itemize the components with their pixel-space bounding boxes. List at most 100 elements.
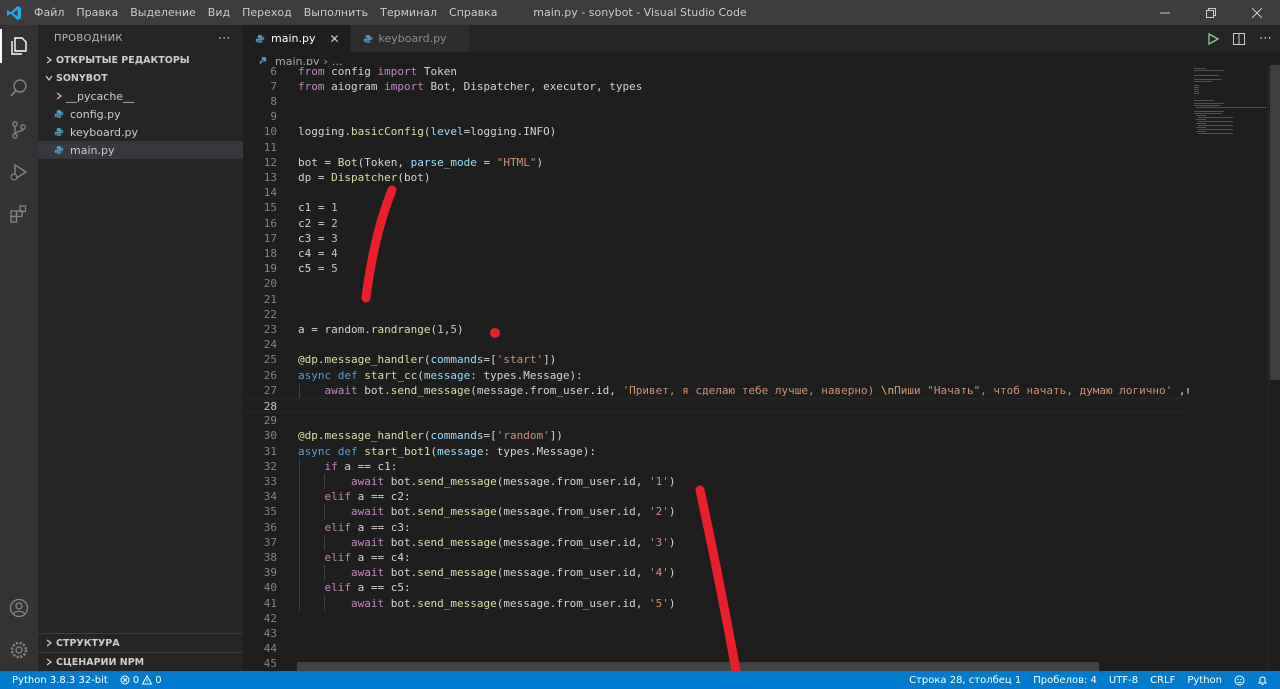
line-number: 6	[270, 65, 277, 78]
code-line[interactable]: 11	[243, 140, 1189, 155]
code-line[interactable]: 9	[243, 109, 1189, 124]
language-mode[interactable]: Python	[1181, 675, 1228, 686]
code-line[interactable]: 29	[243, 413, 1189, 428]
explorer-sidebar: ПРОВОДНИК ⋯ ОТКРЫТЫЕ РЕДАКТОРЫ SONYBOT _…	[38, 25, 243, 671]
menu-view[interactable]: Вид	[202, 0, 236, 25]
minimize-icon	[1160, 12, 1170, 13]
status-bar: Python 3.8.3 32-bit 0 0 Строка 28, столб…	[0, 671, 1280, 689]
code-line[interactable]: 17 c3 = 3	[243, 231, 1189, 246]
tab-main-py[interactable]: main.py ✕	[243, 25, 351, 52]
code-line[interactable]: 39 await bot.send_message(message.from_u…	[243, 565, 1189, 580]
error-count: 0	[132, 674, 140, 686]
vertical-scrollbar[interactable]	[1268, 65, 1280, 671]
project-folder[interactable]: SONYBOT	[38, 69, 243, 87]
open-editors-label: ОТКРЫТЫЕ РЕДАКТОРЫ	[56, 54, 190, 66]
code-line[interactable]: 25 @dp.message_handler(commands=['start']…	[243, 352, 1189, 367]
menu-go[interactable]: Переход	[236, 0, 298, 25]
line-number: 29	[263, 414, 277, 428]
code-editor[interactable]: 6 from config import Token 7 from aiogram i…	[243, 65, 1189, 671]
code-line[interactable]: 26 async def start_cc(message: types.Mess…	[243, 368, 1189, 383]
menu-terminal[interactable]: Терминал	[374, 0, 443, 25]
code-line[interactable]: 24	[243, 337, 1189, 352]
indentation[interactable]: Пробелов: 4	[1027, 675, 1103, 686]
python-interpreter[interactable]: Python 3.8.3 32-bit	[0, 675, 114, 686]
code-line[interactable]: 34 elif a == c2:	[243, 489, 1189, 504]
code-line[interactable]: 16 c2 = 2	[243, 216, 1189, 231]
explorer-button[interactable]	[0, 25, 38, 67]
source-control-button[interactable]	[0, 109, 38, 151]
code-line[interactable]: 13 dp = Dispatcher(bot)	[243, 170, 1189, 185]
tree-item-keyboard[interactable]: keyboard.py	[38, 123, 243, 141]
code-line[interactable]: 43	[243, 626, 1189, 641]
run-icon[interactable]	[1207, 32, 1219, 45]
run-debug-button[interactable]	[0, 151, 38, 193]
code-line[interactable]: 41 await bot.send_message(message.from_u…	[243, 596, 1189, 611]
restore-button[interactable]	[1188, 0, 1234, 25]
search-button[interactable]	[0, 67, 38, 109]
code-line[interactable]: 35 await bot.send_message(message.from_u…	[243, 504, 1189, 519]
code-line[interactable]: 31 async def start_bot1(message: types.Me…	[243, 444, 1189, 459]
code-line[interactable]: 18 c4 = 4	[243, 246, 1189, 261]
more-actions-icon[interactable]: ⋯	[218, 31, 231, 46]
code-line[interactable]: 32 if a == c1:	[243, 459, 1189, 474]
tree-item-label: config.py	[70, 107, 121, 121]
more-actions-icon[interactable]: ⋯	[1259, 31, 1272, 46]
code-line[interactable]: 12 bot = Bot(Token, parse_mode = "HTML")	[243, 155, 1189, 170]
menu-run[interactable]: Выполнить	[298, 0, 374, 25]
end-of-line[interactable]: CRLF	[1144, 675, 1181, 686]
code-line[interactable]: 20	[243, 276, 1189, 291]
close-tab-icon[interactable]: ✕	[329, 32, 339, 46]
accounts-button[interactable]	[0, 587, 38, 629]
feedback-button[interactable]	[1228, 675, 1251, 686]
code-line[interactable]: 6 from config import Token	[243, 65, 1189, 79]
code-line[interactable]: 28	[243, 397, 1189, 414]
problems-indicator[interactable]: 0 0	[114, 675, 168, 686]
code-line[interactable]: 37 await bot.send_message(message.from_u…	[243, 535, 1189, 550]
npm-scripts-label: СЦЕНАРИИ NPM	[56, 656, 145, 668]
minimap[interactable]	[1189, 65, 1268, 671]
code-line[interactable]: 7 from aiogram import Bot, Dispatcher, ex…	[243, 79, 1189, 94]
code-line[interactable]: 44	[243, 641, 1189, 656]
line-number: 16	[263, 216, 277, 230]
encoding[interactable]: UTF-8	[1103, 675, 1144, 686]
tab-label: keyboard.py	[378, 32, 447, 45]
code-line[interactable]: 21	[243, 292, 1189, 307]
code-line[interactable]: 33 await bot.send_message(message.from_u…	[243, 474, 1189, 489]
scrollbar-thumb[interactable]	[1270, 65, 1280, 380]
extensions-button[interactable]	[0, 193, 38, 235]
menu-selection[interactable]: Выделение	[124, 0, 202, 25]
code-line[interactable]: 14	[243, 185, 1189, 200]
notifications-button[interactable]	[1251, 675, 1280, 686]
outline-section[interactable]: СТРУКТУРА	[38, 633, 243, 652]
tree-item-main[interactable]: main.py	[38, 141, 243, 159]
menu-file[interactable]: Файл	[28, 0, 70, 25]
close-window-button[interactable]	[1234, 0, 1280, 25]
code-line[interactable]: 15 c1 = 1	[243, 200, 1189, 215]
cursor-position[interactable]: Строка 28, столбец 1	[903, 675, 1027, 686]
menu-help[interactable]: Справка	[443, 0, 503, 25]
code-line[interactable]: 40 elif a == c5:	[243, 580, 1189, 595]
manage-button[interactable]	[0, 629, 38, 671]
code-line[interactable]: 27 await bot.send_message(message.from_u…	[243, 383, 1189, 398]
open-editors-section[interactable]: ОТКРЫТЫЕ РЕДАКТОРЫ	[38, 51, 243, 69]
code-line[interactable]: 42	[243, 611, 1189, 626]
split-editor-icon[interactable]	[1233, 32, 1245, 45]
code-line[interactable]: 36 elif a == c3:	[243, 520, 1189, 535]
code-line[interactable]: 22	[243, 307, 1189, 322]
code-line[interactable]: 19 c5 = 5	[243, 261, 1189, 276]
tree-item-config[interactable]: config.py	[38, 105, 243, 123]
code-line[interactable]: 8	[243, 94, 1189, 109]
horizontal-scrollbar[interactable]	[297, 662, 1099, 671]
line-number: 32	[263, 459, 277, 473]
menu-edit[interactable]: Правка	[70, 0, 124, 25]
code-line[interactable]: 38 elif a == c4:	[243, 550, 1189, 565]
tree-item-pycache[interactable]: __pycache__	[38, 87, 243, 105]
code-text: @dp.message_handler(commands=['random'])	[298, 429, 563, 443]
code-line[interactable]: 30 @dp.message_handler(commands=['random'…	[243, 428, 1189, 443]
npm-scripts-section[interactable]: СЦЕНАРИИ NPM	[38, 652, 243, 671]
minimize-button[interactable]	[1142, 0, 1188, 25]
code-text: elif a == c2:	[324, 490, 411, 504]
tab-keyboard-py[interactable]: keyboard.py	[350, 25, 470, 52]
code-line[interactable]: 23 a = random.randrange(1,5)	[243, 322, 1189, 337]
code-line[interactable]: 10 logging.basicConfig(level=logging.INFO…	[243, 124, 1189, 139]
